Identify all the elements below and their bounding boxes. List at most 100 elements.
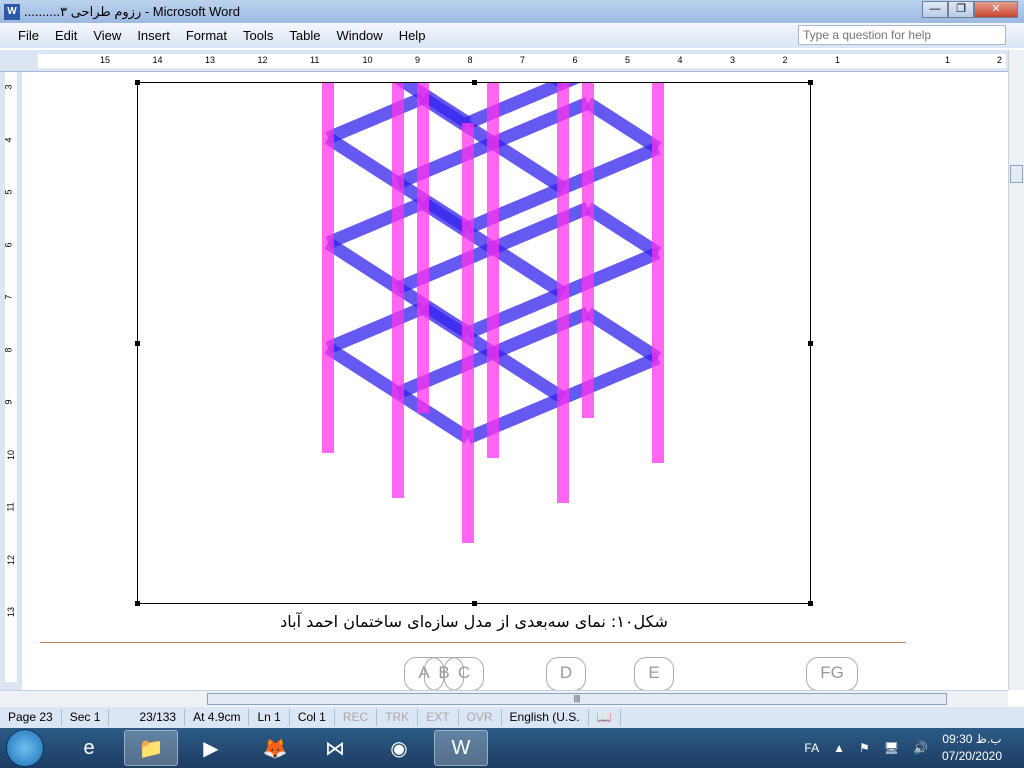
beam	[325, 197, 426, 249]
ruler-tick-label: 8	[3, 346, 14, 353]
word-icon[interactable]: W	[4, 3, 20, 20]
ruler-tick-label: 6	[572, 55, 578, 65]
network-icon[interactable]: 🖥	[884, 741, 899, 755]
menu-format[interactable]: Format	[186, 28, 227, 43]
chrome-icon[interactable]: ◉	[372, 730, 426, 766]
status-ext[interactable]: EXT	[418, 709, 459, 726]
clock[interactable]: 09:30 ب.ظ 07/20/2020	[942, 731, 1002, 765]
page-divider	[40, 642, 906, 643]
menu-view[interactable]: View	[93, 28, 121, 43]
status-bar: Page 23 Sec 1 23/133 At 4.9cm Ln 1 Col 1…	[0, 707, 1024, 728]
minimize-button[interactable]: —	[922, 1, 948, 18]
maximize-button[interactable]: ❐	[948, 1, 974, 18]
beam	[395, 137, 496, 189]
beam	[489, 242, 567, 299]
ie-icon[interactable]: e	[62, 730, 116, 766]
volume-icon[interactable]: 🔊	[913, 741, 928, 755]
resize-handle[interactable]	[135, 80, 140, 85]
explorer-icon[interactable]: 📁	[124, 730, 178, 766]
structure-model-image	[322, 72, 664, 543]
ruler-tick-label: 5	[625, 55, 631, 65]
menu-edit[interactable]: Edit	[55, 28, 77, 43]
ruler-tick-label: 10	[6, 449, 17, 460]
ruler-tick-label: 14	[152, 55, 163, 65]
app-icon[interactable]: ⋈	[308, 730, 362, 766]
figure-caption: شکل۱۰: نمای سه‌بعدی از مدل سازه‌ای ساختم…	[280, 612, 668, 631]
grid-label: D	[546, 657, 586, 690]
ruler-tick-label: 8	[467, 55, 473, 65]
beam	[394, 387, 472, 444]
scroll-thumb[interactable]: |||	[207, 693, 947, 705]
resize-handle[interactable]	[472, 80, 477, 85]
action-center-icon[interactable]: ⚑	[859, 741, 870, 755]
horizontal-scrollbar[interactable]: |||	[0, 690, 1008, 707]
ruler-tick-label: 15	[100, 55, 111, 65]
beam	[324, 342, 402, 399]
ruler-tick-label: 13	[6, 606, 17, 618]
beam	[324, 237, 402, 294]
ruler-tick-label: 12	[257, 55, 268, 65]
resize-handle[interactable]	[808, 80, 813, 85]
scroll-thumb[interactable]	[1010, 165, 1023, 183]
ruler-tick-label: 1	[945, 55, 951, 65]
vertical-scrollbar[interactable]	[1008, 50, 1024, 690]
window-title: ..........رزوم طراحی ۳ - Microsoft Word	[24, 3, 240, 19]
status-column: Col 1	[290, 709, 335, 726]
ruler-tick-label: 7	[520, 55, 526, 65]
beam	[465, 392, 566, 444]
resize-handle[interactable]	[135, 601, 140, 606]
language-indicator[interactable]: FA	[804, 741, 819, 755]
ruler-tick-label: 11	[5, 502, 16, 512]
close-button[interactable]: ✕	[974, 1, 1018, 18]
beam	[560, 352, 661, 404]
status-section: Sec 1	[62, 709, 110, 726]
system-tray: FA ▲ ⚑ 🖥 🔊 09:30 ب.ظ 07/20/2020	[804, 728, 1002, 768]
horizontal-ruler[interactable]: 15 14 13 12 11 10 9 8 7 6 5 4 3 2 1 1 2	[0, 50, 1024, 72]
ruler-tick-label: 2	[997, 55, 1003, 65]
ruler-tick-label: 10	[362, 55, 373, 65]
ruler-tick-label: 3	[3, 84, 14, 90]
grid-label: FG	[806, 657, 858, 690]
status-at: At 4.9cm	[185, 709, 250, 726]
spelling-icon[interactable]: 📖	[589, 709, 621, 726]
media-player-icon[interactable]: ▶	[184, 730, 238, 766]
status-trk[interactable]: TRK	[377, 709, 419, 726]
menu-file[interactable]: File	[18, 28, 39, 43]
ruler-tick-label: 3	[730, 55, 736, 65]
resize-handle[interactable]	[472, 601, 477, 606]
ruler-tick-label: 13	[205, 55, 216, 65]
word-taskbar-icon[interactable]: W	[434, 730, 488, 766]
show-hidden-icons-icon[interactable]: ▲	[833, 741, 845, 755]
status-language[interactable]: English (U.S.	[502, 709, 589, 726]
document-area[interactable]: شکل۱۰: نمای سه‌بعدی از مدل سازه‌ای ساختم…	[22, 72, 1008, 690]
status-ovr[interactable]: OVR	[459, 709, 502, 726]
clock-time: 09:30 ب.ظ	[942, 732, 1002, 746]
resize-handle[interactable]	[808, 601, 813, 606]
structure-3d-figure[interactable]	[135, 72, 813, 606]
menu-table[interactable]: Table	[289, 28, 320, 43]
ruler-tick-label: 12	[6, 554, 17, 565]
start-button[interactable]	[6, 729, 44, 767]
status-page-count: 23/133	[109, 709, 186, 726]
ruler-tick-label: 5	[3, 189, 14, 195]
taskbar: e 📁 ▶ 🦊 ⋈ ◉ W FA ▲ ⚑ 🖥 🔊 09:30 ب.ظ 07/20…	[0, 728, 1024, 768]
menu-help[interactable]: Help	[399, 28, 426, 43]
menu-insert[interactable]: Insert	[137, 28, 170, 43]
menu-window[interactable]: Window	[336, 28, 382, 43]
ruler-tick-label: 7	[3, 294, 14, 300]
beam	[584, 307, 662, 364]
beam	[325, 92, 426, 144]
ruler-tick-label: 6	[3, 241, 14, 248]
vertical-ruler[interactable]: 3 4 5 6 7 8 9 10 11 12 13	[0, 72, 22, 690]
beam	[560, 142, 661, 194]
firefox-icon[interactable]: 🦊	[248, 730, 302, 766]
status-rec[interactable]: REC	[335, 709, 378, 726]
ruler-tick-label: 4	[677, 55, 683, 65]
resize-handle[interactable]	[135, 341, 140, 346]
menu-tools[interactable]: Tools	[243, 28, 273, 43]
grid-label: E	[634, 657, 674, 690]
beam	[584, 97, 662, 154]
help-search-input[interactable]	[798, 25, 1006, 45]
grid-label: C	[444, 657, 484, 690]
resize-handle[interactable]	[808, 341, 813, 346]
